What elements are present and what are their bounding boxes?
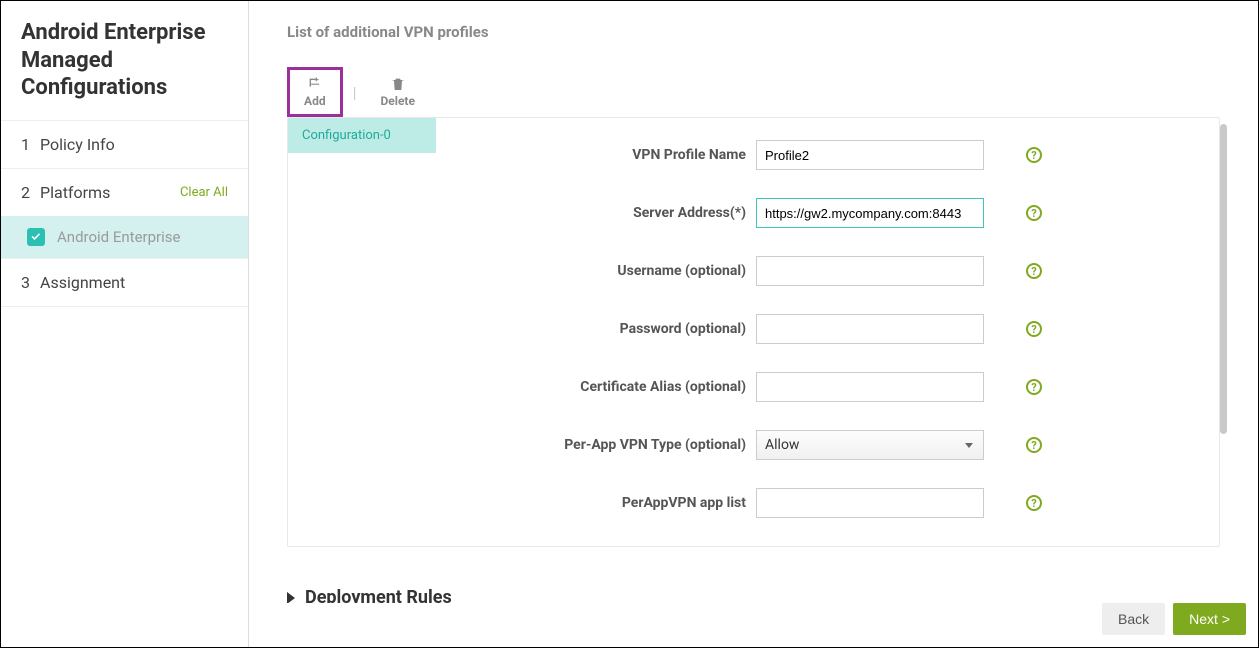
delete-label: Delete bbox=[380, 94, 414, 108]
nav-label: Platforms bbox=[40, 183, 110, 202]
field-control bbox=[756, 198, 996, 228]
main-panel: List of additional VPN profiles Add | De… bbox=[249, 1, 1258, 647]
caret-right-icon bbox=[287, 592, 295, 604]
scrollbar[interactable] bbox=[1220, 124, 1227, 434]
form-row-cert-alias: Certificate Alias (optional) ? bbox=[446, 358, 1209, 416]
form-row-server-address: Server Address(*) ? bbox=[446, 184, 1209, 242]
deployment-rules-toggle[interactable]: Deployment Rules bbox=[287, 587, 1220, 603]
form-row-username: Username (optional) ? bbox=[446, 242, 1209, 300]
form-row-per-app-vpn-list: PerAppVPN app list ? bbox=[446, 474, 1209, 532]
chevron-down-icon bbox=[965, 443, 973, 448]
form-area: VPN Profile Name ? Server Address(*) ? U… bbox=[436, 118, 1219, 546]
nav-num: 2 bbox=[21, 183, 30, 202]
field-control bbox=[756, 488, 996, 518]
field-control bbox=[756, 314, 996, 344]
nav-sub-label: Android Enterprise bbox=[57, 228, 180, 246]
help-icon[interactable]: ? bbox=[1026, 263, 1042, 279]
help-icon[interactable]: ? bbox=[1026, 437, 1042, 453]
add-icon bbox=[307, 76, 323, 92]
nav-item-policy-info[interactable]: 1 Policy Info bbox=[1, 120, 248, 168]
cert-alias-input[interactable] bbox=[756, 372, 984, 402]
footer: Back Next > bbox=[249, 603, 1258, 647]
select-value: Allow bbox=[765, 437, 799, 453]
help-icon[interactable]: ? bbox=[1026, 147, 1042, 163]
nav-num: 3 bbox=[21, 273, 30, 292]
help-icon[interactable]: ? bbox=[1026, 321, 1042, 337]
delete-button[interactable]: Delete bbox=[366, 70, 428, 114]
trash-icon bbox=[390, 76, 406, 92]
field-label: Server Address(*) bbox=[446, 205, 756, 221]
nav-label: Assignment bbox=[40, 273, 125, 292]
field-label: Password (optional) bbox=[446, 321, 756, 337]
field-label: PerAppVPN app list bbox=[446, 495, 756, 511]
field-label: Username (optional) bbox=[446, 263, 756, 279]
sidebar: Android Enterprise Managed Configuration… bbox=[1, 1, 249, 647]
clear-all-link[interactable]: Clear All bbox=[180, 185, 228, 200]
config-item[interactable]: Configuration-0 bbox=[288, 118, 436, 153]
server-address-input[interactable] bbox=[756, 198, 984, 228]
next-button[interactable]: Next > bbox=[1173, 603, 1246, 635]
field-control bbox=[756, 140, 996, 170]
field-control bbox=[756, 256, 996, 286]
toolbar-separator: | bbox=[353, 83, 357, 102]
field-label: Certificate Alias (optional) bbox=[446, 379, 756, 395]
help-icon[interactable]: ? bbox=[1026, 379, 1042, 395]
toolbar: Add | Delete bbox=[287, 67, 1220, 117]
nav-label: Policy Info bbox=[40, 135, 115, 154]
add-button[interactable]: Add bbox=[287, 67, 343, 117]
per-app-vpn-type-select[interactable]: Allow bbox=[756, 430, 984, 460]
per-app-vpn-list-input[interactable] bbox=[756, 488, 984, 518]
nav-sub-android-enterprise[interactable]: Android Enterprise bbox=[1, 216, 248, 258]
back-button[interactable]: Back bbox=[1102, 603, 1165, 635]
config-panel: Configuration-0 VPN Profile Name ? Serve… bbox=[287, 117, 1220, 547]
nav-item-platforms[interactable]: 2 Platforms Clear All bbox=[1, 168, 248, 216]
nav-num: 1 bbox=[21, 135, 30, 154]
form-row-per-app-vpn-type: Per-App VPN Type (optional) Allow ? bbox=[446, 416, 1209, 474]
field-label: VPN Profile Name bbox=[446, 147, 756, 163]
form-row-vpn-profile-name: VPN Profile Name ? bbox=[446, 126, 1209, 184]
deployment-rules-label: Deployment Rules bbox=[305, 587, 452, 603]
help-icon[interactable]: ? bbox=[1026, 205, 1042, 221]
help-icon[interactable]: ? bbox=[1026, 495, 1042, 511]
field-control: Allow bbox=[756, 430, 996, 460]
content-area: List of additional VPN profiles Add | De… bbox=[249, 1, 1258, 603]
sidebar-title: Android Enterprise Managed Configuration… bbox=[1, 1, 248, 120]
vpn-profile-name-input[interactable] bbox=[756, 140, 984, 170]
form-row-password: Password (optional) ? bbox=[446, 300, 1209, 358]
password-input[interactable] bbox=[756, 314, 984, 344]
field-control bbox=[756, 372, 996, 402]
content-heading: List of additional VPN profiles bbox=[287, 23, 1220, 41]
checkbox-checked-icon bbox=[27, 228, 45, 246]
username-input[interactable] bbox=[756, 256, 984, 286]
field-label: Per-App VPN Type (optional) bbox=[446, 437, 756, 453]
config-list: Configuration-0 bbox=[288, 118, 436, 546]
add-label: Add bbox=[304, 94, 326, 108]
nav-item-assignment[interactable]: 3 Assignment bbox=[1, 258, 248, 307]
